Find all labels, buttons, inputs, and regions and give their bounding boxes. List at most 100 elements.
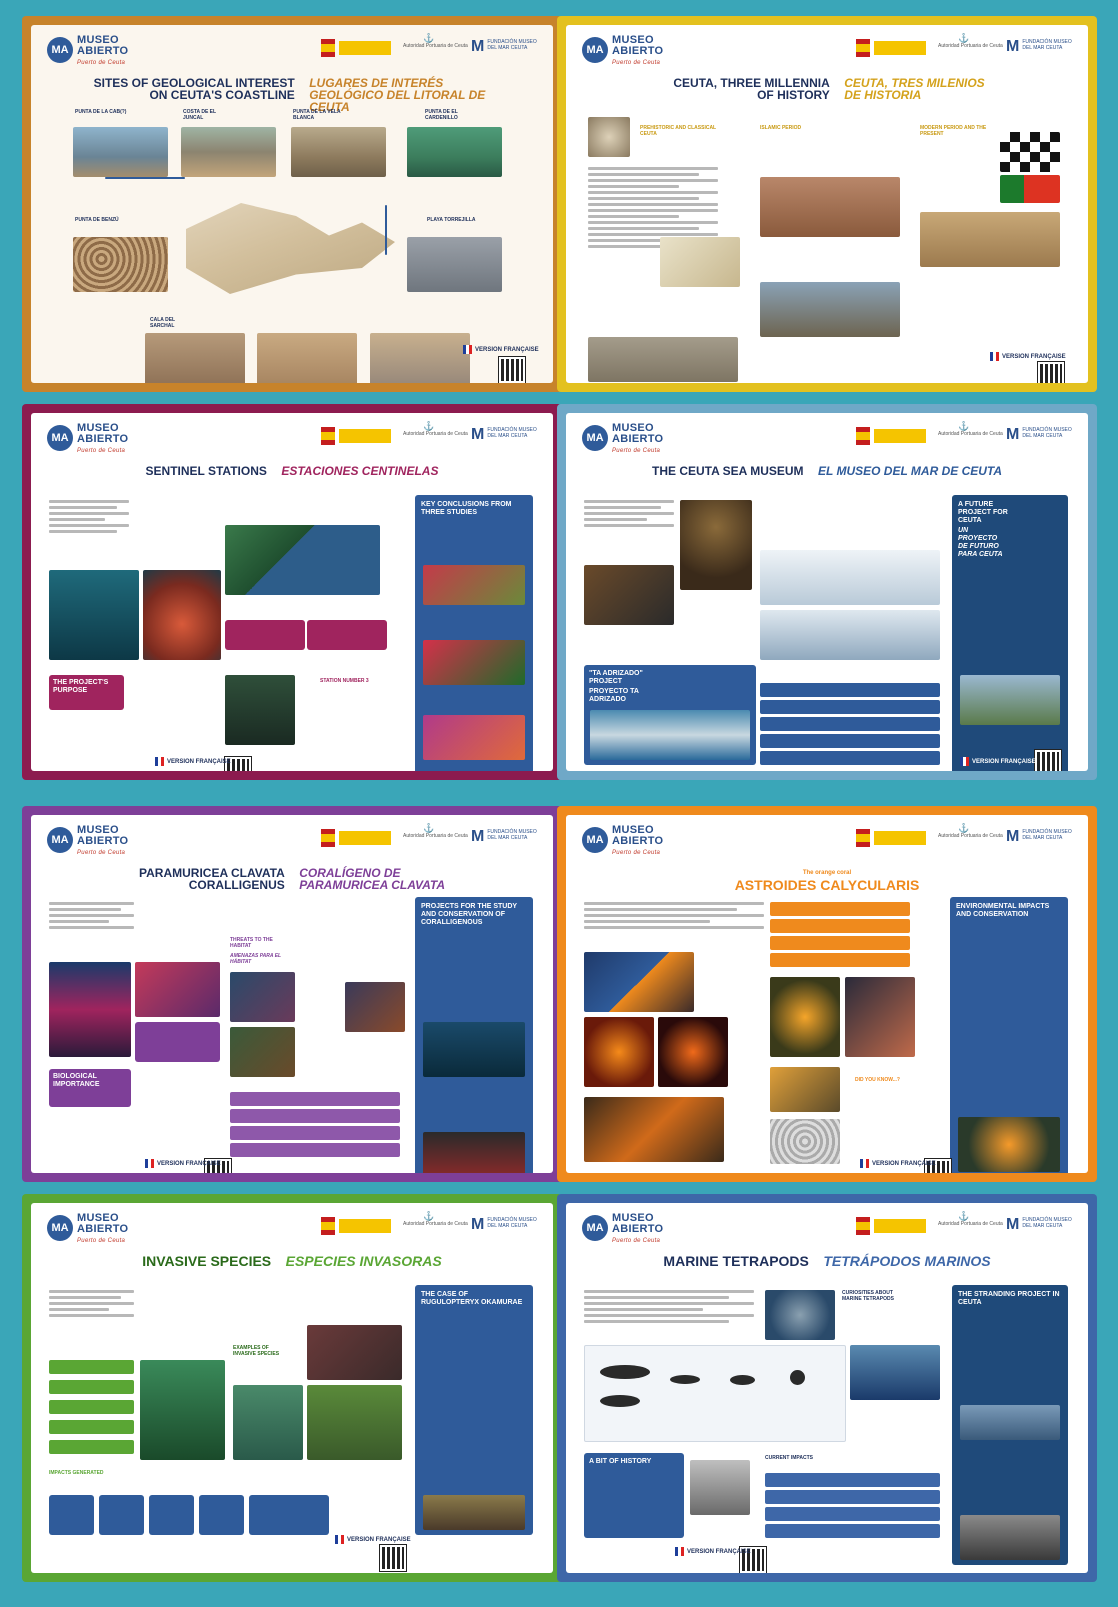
french-version-link[interactable]: VERSION FRANÇAISE bbox=[960, 757, 1036, 766]
panel-astroides: MA MUSEOABIERTOPuerto de Ceuta Autoridad… bbox=[557, 806, 1097, 1182]
coral-reef-photo bbox=[49, 962, 131, 1057]
section-heading: IMPACTS GENERATED bbox=[49, 1470, 104, 1476]
info-bar bbox=[760, 717, 940, 731]
panel-body: DID YOU KNOW...? ENVIRONMENTAL IMPACTS A… bbox=[580, 897, 1074, 1173]
port-authority-logo: Autoridad Portuaria de Ceuta bbox=[938, 823, 1003, 839]
visitors-photo bbox=[960, 675, 1060, 725]
museo-abierto-logo: MA bbox=[582, 827, 608, 853]
data-table bbox=[307, 620, 387, 650]
panel-inner: MA MUSEOABIERTOPuerto de Ceuta Autoridad… bbox=[566, 413, 1088, 771]
impact-icon-card bbox=[149, 1495, 194, 1535]
french-version-link[interactable]: VERSION FRANÇAISE bbox=[155, 757, 231, 766]
museo-abierto-logo: MA bbox=[582, 1215, 608, 1241]
foundation-logo: M FUNDACIÓN MUSEO DEL MAR CEUTA bbox=[1006, 426, 1072, 443]
qr-code-icon[interactable] bbox=[498, 356, 526, 383]
harbor-photo bbox=[960, 1515, 1060, 1560]
french-version-link[interactable]: VERSION FRANÇAISE bbox=[335, 1535, 411, 1544]
foundation-logo: M FUNDACIÓN MUSEO DEL MAR CEUTA bbox=[471, 38, 537, 55]
panel-body: THE PROJECT'S PURPOSE STATION NUMBER 3 K… bbox=[45, 495, 539, 771]
title-spanish: EL MUSEO DEL MAR DE CEUTA bbox=[818, 464, 1003, 478]
station-photo bbox=[225, 675, 295, 745]
panel-header: MA MUSEOABIERTOPuerto de Ceuta Autoridad… bbox=[566, 1203, 1088, 1251]
qr-code-icon[interactable] bbox=[1037, 361, 1065, 383]
panel-header: MA MUSEOABIERTOPuerto de Ceuta Autoridad… bbox=[31, 413, 553, 461]
government-logo bbox=[874, 1219, 926, 1233]
qr-code-icon[interactable] bbox=[1034, 749, 1062, 771]
ceuta-flag bbox=[1000, 132, 1060, 172]
panel-title: SENTINEL STATIONS ESTACIONES CENTINELAS bbox=[51, 465, 533, 493]
port-authority-logo: Autoridad Portuaria de Ceuta bbox=[938, 1211, 1003, 1227]
data-table bbox=[225, 620, 305, 650]
panel-body: "TA ADRIZADO" PROJECT PROYECTO TA ADRIZA… bbox=[580, 495, 1074, 771]
skeleton-photo bbox=[960, 1405, 1060, 1440]
panel-inner: MA MUSEOABIERTOPuerto de Ceuta Autoridad… bbox=[566, 25, 1088, 383]
site-label: PUNTA DE BENZÚ bbox=[75, 217, 119, 223]
purpose-box: THE PROJECT'S PURPOSE bbox=[49, 675, 124, 710]
species-photo bbox=[423, 715, 525, 760]
distribution-map bbox=[584, 952, 694, 1012]
museo-abierto-logo: MA bbox=[582, 37, 608, 63]
title-english: INVASIVE SPECIES bbox=[142, 1253, 272, 1269]
sponsor-logos: Autoridad Portuaria de Ceuta MFUNDACIÓN … bbox=[856, 33, 1076, 59]
site-photo bbox=[257, 333, 357, 383]
historical-photo bbox=[690, 1460, 750, 1515]
spain-flag-icon bbox=[321, 1217, 335, 1235]
museo-abierto-logo: MA bbox=[47, 37, 73, 63]
history-box: A BIT OF HISTORY bbox=[584, 1453, 684, 1538]
french-version-link[interactable]: VERSION FRANÇAISE bbox=[145, 1159, 221, 1168]
foundation-logo: M FUNDACIÓN MUSEO DEL MAR CEUTA bbox=[1006, 38, 1072, 55]
fact-bar bbox=[770, 953, 910, 967]
panel-tetrapods: MA MUSEOABIERTOPuerto de Ceuta Autoridad… bbox=[557, 1194, 1097, 1582]
french-version-link[interactable]: VERSION FRANÇAISE bbox=[463, 345, 539, 354]
section-heading: PREHISTORIC AND CLASSICAL CEUTA bbox=[640, 125, 717, 137]
panel-seamuseum: MA MUSEOABIERTOPuerto de Ceuta Autoridad… bbox=[557, 404, 1097, 780]
government-logo bbox=[339, 831, 391, 845]
title-spanish: CEUTA, TRES MILENIOS DE HISTORIA bbox=[844, 76, 985, 102]
spain-flag-icon bbox=[856, 829, 870, 847]
government-logo bbox=[874, 831, 926, 845]
site-photo bbox=[73, 127, 168, 177]
qr-code-icon[interactable] bbox=[379, 1544, 407, 1572]
museo-abierto-logo: MA bbox=[582, 425, 608, 451]
coral-colony-photo bbox=[770, 977, 840, 1057]
site-photo bbox=[407, 127, 502, 177]
title-spanish: ASTROIDES CALYCULARIS bbox=[734, 877, 920, 893]
site-label: PUNTA DE LA VELA BLANCA bbox=[293, 109, 341, 121]
panel-inner: MA MUSEOABIERTOPuerto de Ceuta Autoridad… bbox=[566, 1203, 1088, 1573]
foundation-logo: M FUNDACIÓN MUSEO DEL MAR CEUTA bbox=[1006, 828, 1072, 845]
french-version-link[interactable]: VERSION FRANÇAISE bbox=[860, 1159, 936, 1168]
site-label: CALA DEL SARCHAL bbox=[150, 317, 175, 329]
title-english: THE CEUTA SEA MUSEUM bbox=[651, 464, 804, 478]
impact-bar bbox=[49, 1400, 134, 1414]
habitat-photo bbox=[345, 982, 405, 1032]
french-flag-icon bbox=[463, 345, 472, 354]
foundation-logo: M FUNDACIÓN MUSEO DEL MAR CEUTA bbox=[471, 828, 537, 845]
diver-research-photo bbox=[423, 1022, 525, 1077]
species-photo bbox=[423, 640, 525, 685]
impact-icon-card bbox=[199, 1495, 244, 1535]
french-flag-icon bbox=[860, 1159, 869, 1168]
section-heading: AMENAZAS PARA EL HÁBITAT bbox=[230, 953, 282, 965]
site-photo bbox=[291, 127, 386, 177]
info-bar bbox=[760, 751, 940, 765]
panel-body: BIOLOGICAL IMPORTANCE THREATS TO THE HAB… bbox=[45, 897, 539, 1173]
panel-title: PARAMURICEA CLAVATA CORALLIGENUS CORALÍG… bbox=[51, 867, 533, 895]
panel-inner: MA MUSEOABIERTOPuerto de Ceuta Autoridad… bbox=[31, 1203, 553, 1573]
threat-bar bbox=[230, 1126, 400, 1140]
whale-silhouette bbox=[600, 1395, 640, 1407]
title-english: SITES OF GEOLOGICAL INTEREST ON CEUTA'S … bbox=[93, 76, 295, 102]
spain-flag-icon bbox=[321, 39, 335, 57]
government-logo bbox=[339, 1219, 391, 1233]
habitat-photo bbox=[230, 972, 295, 1022]
french-version-link[interactable]: VERSION FRANÇAISE bbox=[675, 1547, 751, 1556]
section-heading: CURRENT IMPACTS bbox=[765, 1455, 813, 1461]
panel-inner: MA MUSEOABIERTOPuerto de Ceuta Autoridad… bbox=[31, 25, 553, 383]
french-version-link[interactable]: VERSION FRANÇAISE bbox=[990, 352, 1066, 361]
title-english: SENTINEL STATIONS bbox=[145, 464, 267, 478]
museum-interior-render bbox=[760, 610, 940, 660]
port-authority-logo: Autoridad Portuaria de Ceuta bbox=[403, 1211, 468, 1227]
invasive-species-photo bbox=[233, 1385, 303, 1460]
panel-body: EXAMPLES OF INVASIVE SPECIES IMPACTS GEN… bbox=[45, 1285, 539, 1572]
coral-reef-photo bbox=[135, 962, 220, 1017]
section-heading: MODERN PERIOD AND THE PRESENT bbox=[920, 125, 987, 137]
